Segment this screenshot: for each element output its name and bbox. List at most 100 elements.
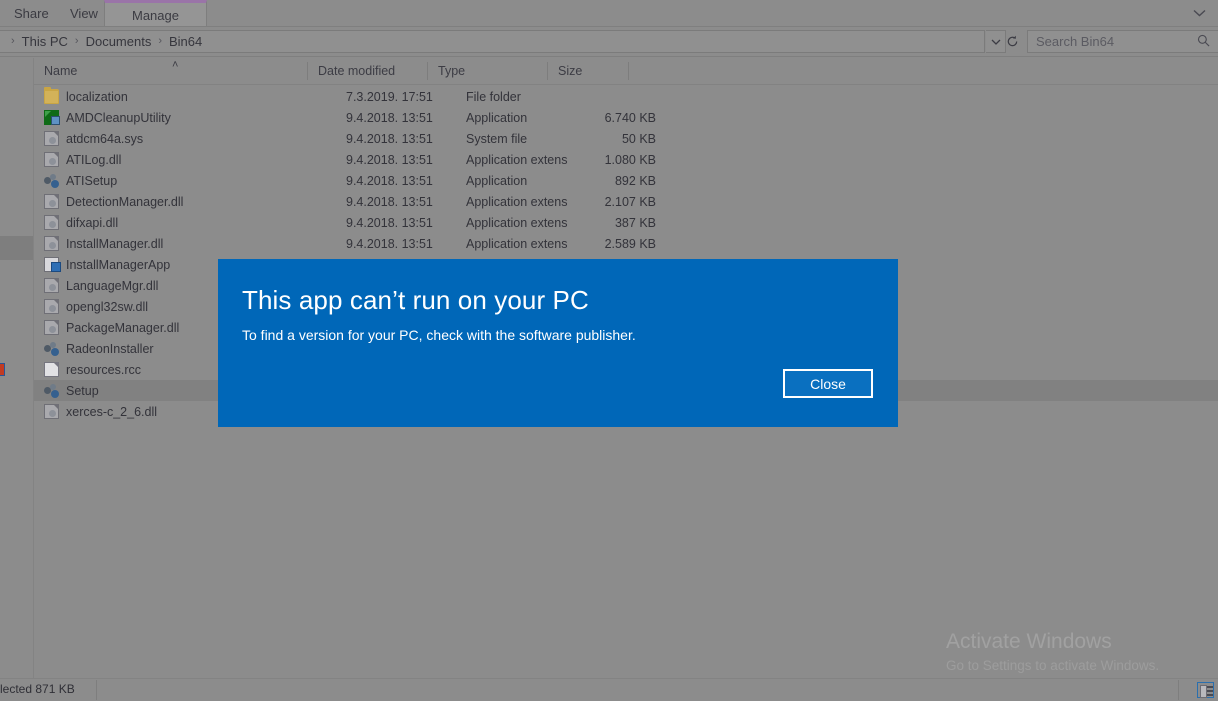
- file-date-cell: 9.4.2018. 13:51: [346, 215, 433, 230]
- column-header-type[interactable]: Type: [428, 58, 547, 84]
- breadcrumb-separator-2: ›: [158, 35, 162, 47]
- file-type-cell: System file: [466, 131, 528, 146]
- file-name-label: LanguageMgr.dll: [66, 278, 159, 293]
- nav-partial-icon: [0, 363, 5, 376]
- file-name-label: opengl32sw.dll: [66, 299, 149, 314]
- file-type-cell: Application extens: [466, 215, 568, 230]
- column-header-name-label: Name: [44, 64, 78, 78]
- breadcrumb[interactable]: › This PC › Documents › Bin64: [0, 30, 985, 53]
- status-bar: lected 871 KB: [0, 679, 1218, 701]
- column-divider-4[interactable]: [628, 62, 629, 80]
- column-header-type-label: Type: [438, 64, 466, 78]
- file-date-cell: 9.4.2018. 13:51: [346, 110, 433, 125]
- file-name-cell: ATILog.dll: [44, 149, 304, 170]
- file-size-cell: 6.740 KB: [604, 110, 656, 125]
- breadcrumb-item-this-pc[interactable]: This PC: [22, 34, 68, 49]
- dll-file-icon: [44, 404, 59, 419]
- nav-selected-item[interactable]: [0, 236, 33, 260]
- file-size-cell: 387 KB: [614, 215, 656, 230]
- column-header-date-modified-label: Date modified: [318, 64, 396, 78]
- status-text: lected 871 KB: [0, 682, 75, 696]
- file-name-label: resources.rcc: [66, 362, 142, 377]
- table-row[interactable]: ATISetup 9.4.2018. 13:51 Application 892 KB: [34, 170, 1218, 191]
- dll-file-icon: [44, 236, 59, 251]
- file-name-cell: atdcm64a.sys: [44, 128, 304, 149]
- chevron-down-icon[interactable]: [1190, 4, 1208, 22]
- table-row[interactable]: InstallManager.dll 9.4.2018. 13:51 Applica…: [34, 233, 1218, 254]
- table-row[interactable]: ATILog.dll 9.4.2018. 13:51 Application ext…: [34, 149, 1218, 170]
- application-icon: [44, 110, 60, 125]
- file-name-cell: difxapi.dll: [44, 212, 304, 233]
- breadcrumb-item-bin64[interactable]: Bin64: [169, 34, 202, 49]
- file-size-cell: 1.080 KB: [604, 152, 656, 167]
- column-header-size-label: Size: [558, 64, 583, 78]
- file-size-cell: 2.589 KB: [604, 236, 656, 251]
- file-type-cell: Application extens: [466, 236, 568, 251]
- status-divider-1: [96, 680, 97, 700]
- file-type-cell: Application: [466, 173, 528, 188]
- tab-manage[interactable]: Manage: [104, 0, 207, 26]
- search-placeholder: Search Bin64: [1036, 34, 1115, 49]
- file-name-label: DetectionManager.dll: [66, 194, 184, 209]
- file-date-cell: 9.4.2018. 13:51: [346, 173, 433, 188]
- dialog-message: To find a version for your PC, check wit…: [242, 327, 636, 343]
- file-explorer-window: Share View Manage › This PC › Documents …: [0, 0, 1218, 701]
- file-name-label: PackageManager.dll: [66, 320, 180, 335]
- dialog-title: This app can’t run on your PC: [242, 285, 589, 315]
- navigation-pane[interactable]: [0, 58, 33, 678]
- breadcrumb-separator-1: ›: [74, 35, 79, 47]
- file-name-label: localization: [66, 89, 128, 104]
- file-date-cell: 9.4.2018. 13:51: [346, 152, 433, 167]
- column-headers: ˄ Name Date modified Type Size: [34, 58, 1218, 84]
- file-size-cell: 50 KB: [621, 131, 656, 146]
- file-name-cell: ATISetup: [44, 170, 304, 191]
- table-row[interactable]: AMDCleanupUtility 9.4.2018. 13:51 Applicat…: [34, 107, 1218, 128]
- search-input[interactable]: Search Bin64: [1027, 30, 1218, 53]
- file-date-cell: 9.4.2018. 13:51: [346, 131, 433, 146]
- error-dialog: This app can’t run on your PC To find a …: [218, 259, 898, 427]
- file-name-label: ATILog.dll: [66, 152, 122, 167]
- ribbon-tab-strip: Share View Manage: [0, 0, 1218, 26]
- details-view-icon[interactable]: [1197, 682, 1214, 698]
- dll-file-icon: [44, 215, 59, 230]
- file-name-label: difxapi.dll: [66, 215, 119, 230]
- column-headers-divider: [34, 84, 1218, 85]
- blue-app-icon: [44, 257, 61, 272]
- dll-file-icon: [44, 152, 59, 167]
- gears-icon: [44, 383, 59, 398]
- file-date-cell: 7.3.2019. 17:51: [346, 89, 433, 104]
- table-row[interactable]: difxapi.dll 9.4.2018. 13:51 Application ex…: [34, 212, 1218, 233]
- address-bar-divider: [0, 56, 1218, 57]
- file-name-cell: localization: [44, 86, 304, 107]
- column-header-size[interactable]: Size: [548, 58, 628, 84]
- refresh-icon[interactable]: [1000, 30, 1024, 53]
- gears-icon: [44, 173, 59, 188]
- table-row[interactable]: atdcm64a.sys 9.4.2018. 13:51 System file 50…: [34, 128, 1218, 149]
- close-button[interactable]: Close: [783, 369, 873, 398]
- file-name-label: InstallManager.dll: [66, 236, 164, 251]
- search-icon[interactable]: [1197, 34, 1210, 50]
- file-name-label: Setup: [66, 383, 99, 398]
- plain-file-icon: [44, 362, 59, 377]
- table-row[interactable]: DetectionManager.dll 9.4.2018. 13:51 Appli…: [34, 191, 1218, 212]
- file-name-label: InstallManagerApp: [66, 257, 171, 272]
- breadcrumb-separator-0: ›: [11, 35, 15, 47]
- tab-manage-label: Manage: [132, 8, 179, 23]
- file-name-label: atdcm64a.sys: [66, 131, 144, 146]
- gears-icon: [44, 341, 59, 356]
- tab-share[interactable]: Share: [0, 0, 63, 26]
- file-type-cell: Application: [466, 110, 528, 125]
- column-header-date-modified[interactable]: Date modified: [308, 58, 427, 84]
- breadcrumb-item-documents[interactable]: Documents: [86, 34, 152, 49]
- dll-file-icon: [44, 278, 59, 293]
- file-name-label: xerces-c_2_6.dll: [66, 404, 158, 419]
- file-size-cell: 2.107 KB: [604, 194, 656, 209]
- table-row[interactable]: localization 7.3.2019. 17:51 File folder: [34, 86, 1218, 107]
- file-name-label: RadeonInstaller: [66, 341, 154, 356]
- column-header-name[interactable]: Name: [34, 58, 307, 84]
- file-type-cell: Application extens: [466, 194, 568, 209]
- system-file-icon: [44, 131, 59, 146]
- file-type-cell: File folder: [466, 89, 521, 104]
- file-date-cell: 9.4.2018. 13:51: [346, 194, 433, 209]
- file-name-label: ATISetup: [66, 173, 118, 188]
